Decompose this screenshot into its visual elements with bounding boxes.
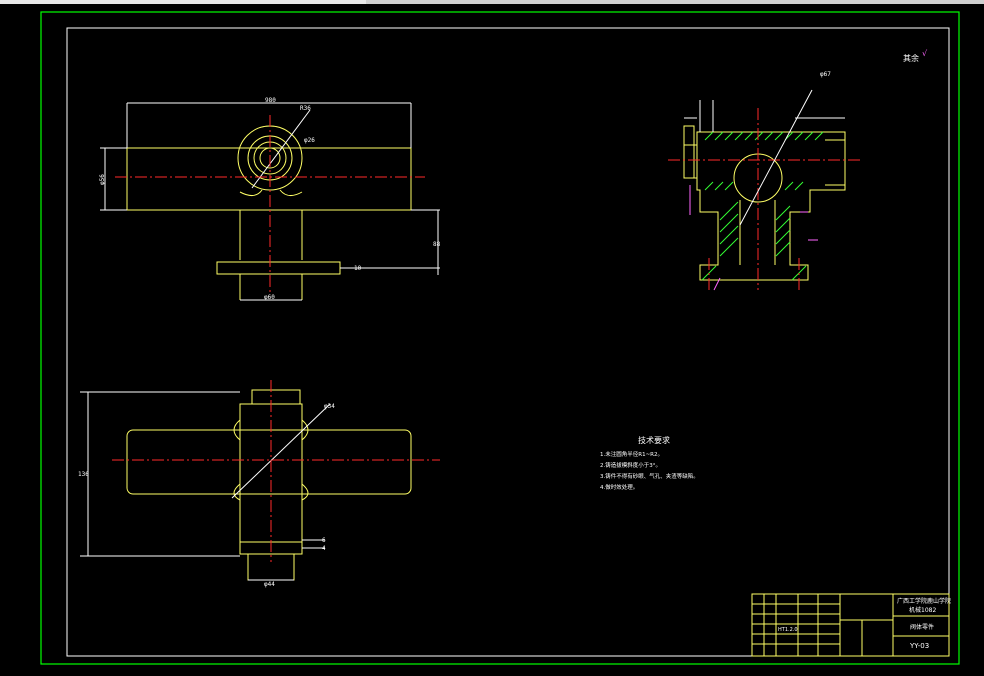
dim-bottom-width: φ44 xyxy=(264,581,275,588)
dim-bottom-flange-b: 4 xyxy=(322,545,326,552)
section-outline xyxy=(696,131,846,281)
plan-view xyxy=(80,389,412,581)
tech-req-title: 技术要求 xyxy=(638,435,670,445)
title-part-name: 阀体零件 xyxy=(910,623,934,631)
title-drawing-no: YY-03 xyxy=(909,642,929,650)
dim-phi26: φ26 xyxy=(304,137,315,144)
front-flange xyxy=(216,261,341,275)
front-centerlines xyxy=(115,115,425,292)
tech-requirements: 技术要求 1.未注圆角半径R1~R2。 2.铸造拔模斜度小于3°。 3.铸件不得… xyxy=(600,435,699,491)
tech-req-item: 1.未注圆角半径R1~R2。 xyxy=(600,450,663,458)
section-view xyxy=(683,125,846,281)
dim-bottom-height: 136 xyxy=(78,471,89,478)
outer-border xyxy=(40,11,960,665)
dim-section-dia: φ67 xyxy=(820,71,831,78)
tech-req-item: 4.做时效处理。 xyxy=(600,483,638,491)
title-scale-cell: HT1.2.0 xyxy=(778,627,798,633)
title-class: 机械1082 xyxy=(909,606,936,614)
dim-r36: R36 xyxy=(300,105,311,112)
roughness-note: 其余 xyxy=(903,53,919,63)
front-body xyxy=(126,147,412,211)
dim-bottom-flange-a: 6 xyxy=(322,537,326,544)
dim-flange-thk: 10 xyxy=(354,265,362,272)
plan-centerlines xyxy=(112,380,440,562)
section-dims xyxy=(684,89,845,226)
dim-stem-dia: φ60 xyxy=(264,294,275,301)
cad-drawing: 980 φ56 R36 φ26 88 10 φ60 φ67 φ34 136 6 … xyxy=(40,11,960,665)
tech-req-item: 2.铸造拔模斜度小于3°。 xyxy=(600,461,661,469)
tech-req-item: 3.铸件不得有砂眼、气孔、夹渣等缺陷。 xyxy=(600,472,699,480)
dim-top-width: 980 xyxy=(265,97,276,104)
inner-frame xyxy=(66,27,950,657)
roughness-symbol: √ xyxy=(922,49,928,58)
title-school: 广西工学院鹿山学院 xyxy=(897,597,951,605)
dim-bottom-dia: φ34 xyxy=(324,403,335,410)
dim-top-height: φ56 xyxy=(99,174,106,185)
dim-right-88: 88 xyxy=(433,241,441,248)
